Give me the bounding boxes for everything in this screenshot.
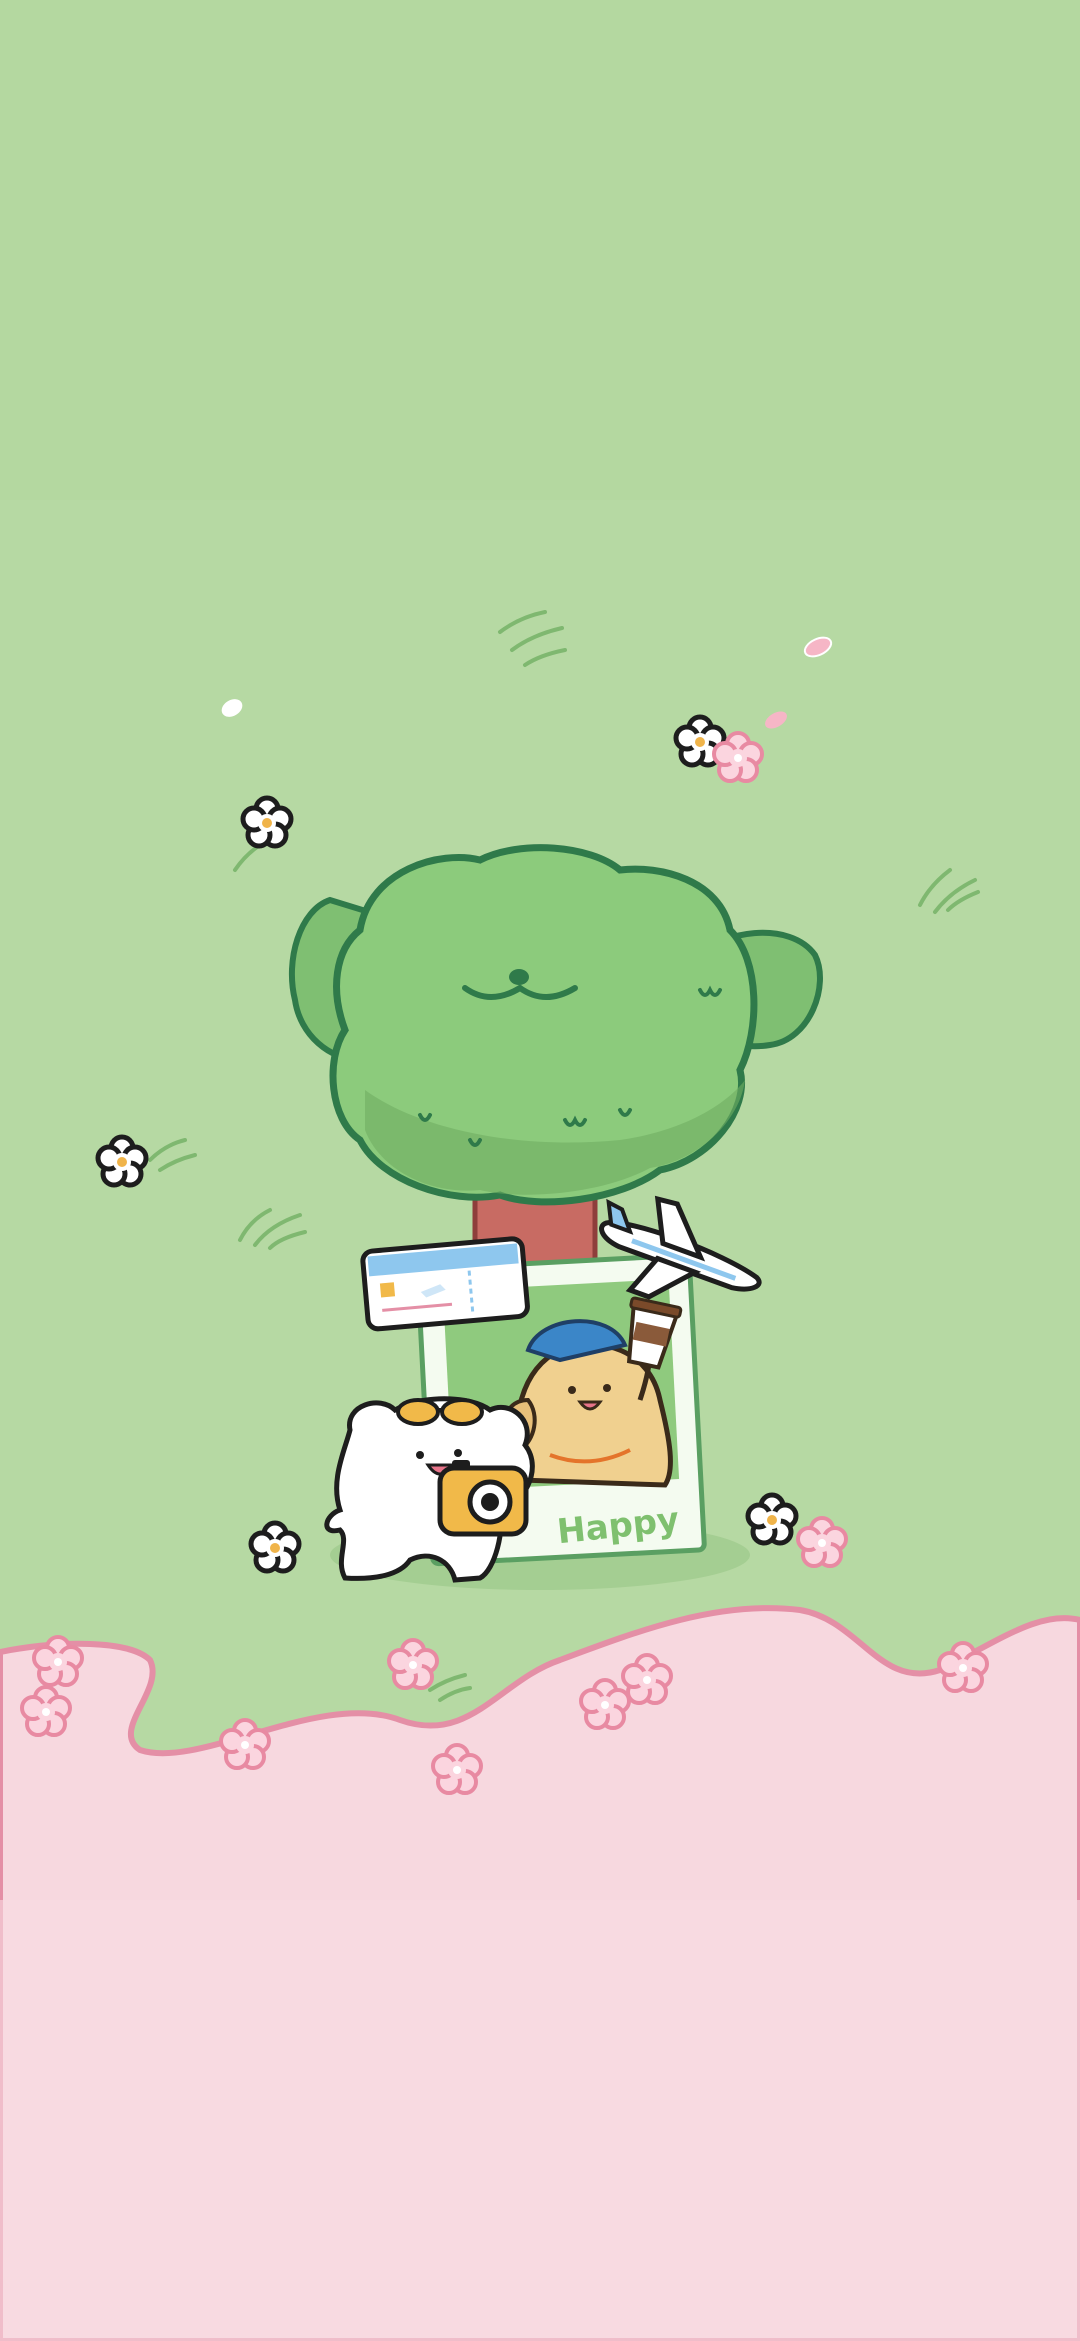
camera-icon bbox=[437, 1460, 529, 1537]
wallpaper-scene: Happy bbox=[0, 0, 1080, 2341]
plane-ticket-icon bbox=[360, 1236, 530, 1332]
